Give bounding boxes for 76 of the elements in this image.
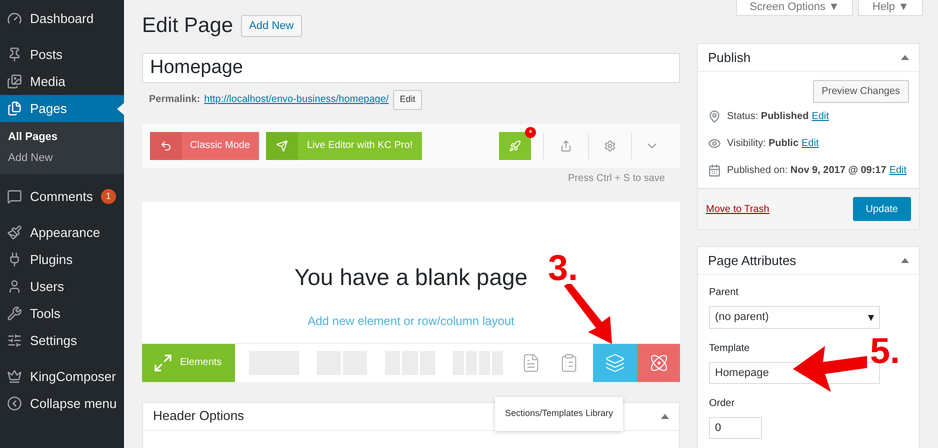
- help-button[interactable]: Help ▼: [858, 0, 923, 16]
- share-icon[interactable]: [560, 140, 572, 152]
- atom-button[interactable]: [637, 344, 680, 382]
- media-icon: [7, 74, 22, 89]
- clipboard-icon[interactable]: [559, 352, 579, 372]
- page-title: Edit Page: [142, 13, 234, 39]
- update-button[interactable]: Update: [852, 197, 911, 221]
- users-icon: [7, 279, 22, 294]
- menu-item[interactable]: Users: [0, 273, 124, 300]
- send-icon: [276, 140, 288, 152]
- edit-link[interactable]: Edit: [802, 136, 819, 151]
- publish-info: Visibility: Public: [727, 137, 799, 151]
- current-pointer-icon: [117, 103, 124, 115]
- order-label: Order: [709, 397, 735, 411]
- undo-icon: [160, 140, 172, 152]
- rocket-button[interactable]: [499, 132, 531, 160]
- atom-icon: [648, 352, 668, 372]
- collapse-arrow-icon[interactable]: [901, 258, 909, 263]
- visibility-icon: [708, 137, 721, 150]
- plugins-icon: [7, 252, 22, 267]
- menu-item[interactable]: Posts: [0, 41, 124, 68]
- template-label: Template: [709, 342, 750, 356]
- posts-icon: [7, 47, 22, 62]
- order-input[interactable]: 0: [709, 417, 762, 439]
- templates-library-button[interactable]: [593, 344, 637, 382]
- blank-page-heading: You have a blank page: [294, 262, 528, 292]
- edit-link[interactable]: Edit: [889, 163, 907, 178]
- box-title: Page Attributes: [708, 252, 796, 270]
- publish-info: Published on: Nov 9, 2017 @ 09:17: [727, 164, 886, 178]
- tooltip: Sections/Templates Library: [495, 397, 624, 430]
- pages-icon: [7, 101, 22, 116]
- parent-label: Parent: [709, 286, 738, 300]
- parent-select[interactable]: (no parent): [709, 306, 880, 329]
- menu-item[interactable]: Plugins: [0, 246, 124, 273]
- step-number: 3.: [548, 250, 578, 286]
- menu-item[interactable]: Tools: [0, 300, 124, 327]
- title-input[interactable]: Homepage: [142, 52, 680, 82]
- menu-item[interactable]: Appearance: [0, 219, 124, 246]
- box-title: Header Options: [153, 407, 244, 426]
- menu-item[interactable]: Dashboard: [0, 5, 124, 32]
- preview-changes-button[interactable]: Preview Changes: [812, 80, 909, 103]
- notification-badge: *: [525, 126, 536, 138]
- settings-icon[interactable]: [604, 140, 616, 152]
- collapse-icon: [7, 396, 22, 411]
- submenu-item[interactable]: Add New: [0, 148, 124, 169]
- settings-icon: [7, 333, 22, 348]
- collapse-arrow-icon[interactable]: [901, 55, 909, 60]
- menu-item[interactable]: Pages: [0, 95, 124, 122]
- date-icon: [708, 164, 721, 177]
- edit-permalink-button[interactable]: Edit: [392, 90, 422, 110]
- count-badge: 1: [100, 189, 116, 204]
- move-to-trash-link[interactable]: Move to Trash: [706, 202, 770, 216]
- submenu-item[interactable]: All Pages: [0, 127, 124, 148]
- menu-item[interactable]: Collapse menu: [0, 390, 124, 417]
- expand-box-icon: [153, 352, 173, 372]
- save-hint: Press Ctrl + S to save: [568, 172, 665, 186]
- rocket-icon: [509, 140, 521, 152]
- comments-icon: [7, 189, 22, 204]
- publish-info: Status: Published: [727, 110, 809, 124]
- layers-icon: [605, 352, 625, 372]
- add-new-button[interactable]: Add New: [241, 14, 302, 37]
- menu-item[interactable]: Settings: [0, 327, 124, 354]
- menu-item[interactable]: Media: [0, 68, 124, 95]
- permalink-link[interactable]: http://localhost/envo-business/homepage/: [204, 92, 389, 107]
- appearance-icon: [7, 225, 22, 240]
- menu-item[interactable]: Comments 1: [0, 183, 124, 210]
- permalink-label: Permalink:: [149, 93, 200, 107]
- collapse-arrow-icon[interactable]: [661, 414, 669, 418]
- menu-item[interactable]: KingComposer: [0, 363, 124, 390]
- screen-options-button[interactable]: Screen Options ▼: [736, 0, 854, 16]
- dashboard-icon: [7, 11, 22, 26]
- tools-icon: [7, 306, 22, 321]
- box-title: Publish: [708, 48, 751, 67]
- edit-link[interactable]: Edit: [812, 109, 829, 124]
- status-icon: [708, 110, 721, 123]
- document-icon[interactable]: [521, 352, 541, 372]
